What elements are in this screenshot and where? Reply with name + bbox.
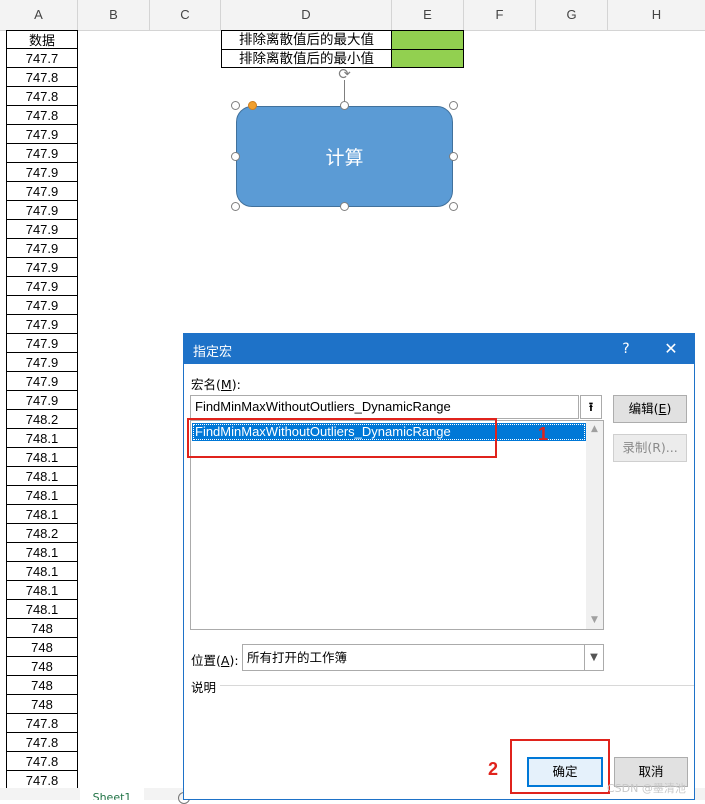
cell-a-value[interactable]: 747.8 [6,87,78,106]
annotation-marker-2: 2 [488,759,499,779]
column-header-e[interactable]: E [392,0,464,30]
cell-a-value[interactable]: 748.1 [6,562,78,581]
macro-name-input[interactable]: FindMinMaxWithoutOutliers_DynamicRange [190,395,579,419]
resize-handle-br[interactable] [449,202,458,211]
resize-handle-tr[interactable] [449,101,458,110]
cell-a-value[interactable]: 747.8 [6,68,78,87]
cell-a-value[interactable]: 747.9 [6,277,78,296]
cell-a-value[interactable]: 748.1 [6,505,78,524]
cell-a-value[interactable]: 747.9 [6,353,78,372]
column-header-d[interactable]: D [221,0,392,30]
column-header-c[interactable]: C [150,0,221,30]
cell-a-value[interactable]: 748.1 [6,581,78,600]
cell-a-value[interactable]: 748.1 [6,600,78,619]
cell-a-value[interactable]: 748 [6,676,78,695]
column-a-cells: 数据 747.7 747.8 747.8 747.8 747.9 747.9 747.9 74… [6,30,78,790]
resize-handle-l[interactable] [231,152,240,161]
cell-a-value[interactable]: 747.9 [6,182,78,201]
edit-button[interactable]: 编辑(E) [613,395,687,423]
cell-a-value[interactable]: 747.8 [6,106,78,125]
adjust-handle[interactable] [248,101,257,110]
assign-macro-dialog: 指定宏 ? ✕ 宏名(M): FindMinMaxWithoutOutliers… [183,333,695,800]
chevron-down-icon[interactable]: ▼ [584,645,603,670]
cell-a-value[interactable]: 747.9 [6,315,78,334]
resize-handle-r[interactable] [449,152,458,161]
dialog-titlebar[interactable]: 指定宏 ? ✕ [184,334,694,364]
resize-handle-bl[interactable] [231,202,240,211]
column-headers: A B C D E F G H [0,0,705,31]
description-divider [220,685,694,686]
cell-a-value[interactable]: 747.9 [6,258,78,277]
collapse-arrow-icon[interactable]: ⭱ [580,395,602,419]
cell-a-value[interactable]: 747.9 [6,220,78,239]
column-header-b[interactable]: B [78,0,150,30]
cell-a-value[interactable]: 747.9 [6,296,78,315]
cell-a-value[interactable]: 748.1 [6,543,78,562]
cell-a-value[interactable]: 748.1 [6,429,78,448]
calculate-shape-button[interactable]: 计算 [236,106,453,207]
result-row-max: 排除离散值后的最大值 [221,30,464,49]
scroll-down-icon[interactable]: ▼ [586,612,603,629]
macro-name-label: 宏名(M): [191,377,241,392]
cell-a-value[interactable]: 748.1 [6,467,78,486]
cell-a-value[interactable]: 748 [6,619,78,638]
cell-a-value[interactable]: 747.9 [6,239,78,258]
cell-a-header[interactable]: 数据 [6,30,78,49]
column-header-a[interactable]: A [0,0,78,30]
highlight-box-2 [510,739,610,794]
help-icon[interactable]: ? [616,339,636,359]
cell-a-value[interactable]: 747.9 [6,163,78,182]
cell-a-value[interactable]: 747.9 [6,125,78,144]
watermark: CSDN @墨清池 [607,782,686,795]
record-button[interactable]: 录制(R)... [613,434,687,462]
location-value: 所有打开的工作簿 [247,650,348,665]
resize-handle-b[interactable] [340,202,349,211]
scroll-up-icon[interactable]: ▲ [586,421,603,438]
cell-a-value[interactable]: 748.1 [6,486,78,505]
cell-a-value[interactable]: 747.7 [6,49,78,68]
sheet-tab[interactable]: Sheet1 [80,788,144,800]
result-table: 排除离散值后的最大值 排除离散值后的最小值 [221,30,464,68]
cell-a-value[interactable]: 748 [6,638,78,657]
cell-a-value[interactable]: 748 [6,695,78,714]
cell-a-value[interactable]: 747.9 [6,334,78,353]
location-select[interactable]: 所有打开的工作簿 ▼ [242,644,604,671]
location-label: 位置(A): [191,653,239,668]
resize-handle-t[interactable] [340,101,349,110]
cell-a-value[interactable]: 748.2 [6,524,78,543]
cell-a-value[interactable]: 747.9 [6,372,78,391]
column-header-h[interactable]: H [608,0,705,30]
cell-a-value[interactable]: 747.9 [6,201,78,220]
cell-a-value[interactable]: 747.8 [6,733,78,752]
cell-a-value[interactable]: 747.9 [6,144,78,163]
resize-handle-tl[interactable] [231,101,240,110]
max-value-cell[interactable] [392,30,464,49]
close-icon[interactable]: ✕ [660,339,682,359]
calculate-shape-selection: ⟳ 计算 [230,66,460,212]
column-header-g[interactable]: G [536,0,608,30]
cell-a-value[interactable]: 747.9 [6,391,78,410]
max-label-cell[interactable]: 排除离散值后的最大值 [221,30,392,49]
cell-a-value[interactable]: 748.1 [6,448,78,467]
cell-a-value[interactable]: 747.8 [6,714,78,733]
highlight-box-1 [187,418,497,458]
cell-a-value[interactable]: 748.2 [6,410,78,429]
description-label: 说明 [191,680,217,695]
dialog-title: 指定宏 [193,345,233,360]
annotation-marker-1: 1 [538,424,549,444]
cell-a-value[interactable]: 748 [6,657,78,676]
listbox-scrollbar[interactable]: ▲ ▼ [586,421,603,629]
column-header-f[interactable]: F [464,0,536,30]
cell-a-value[interactable]: 747.8 [6,752,78,771]
